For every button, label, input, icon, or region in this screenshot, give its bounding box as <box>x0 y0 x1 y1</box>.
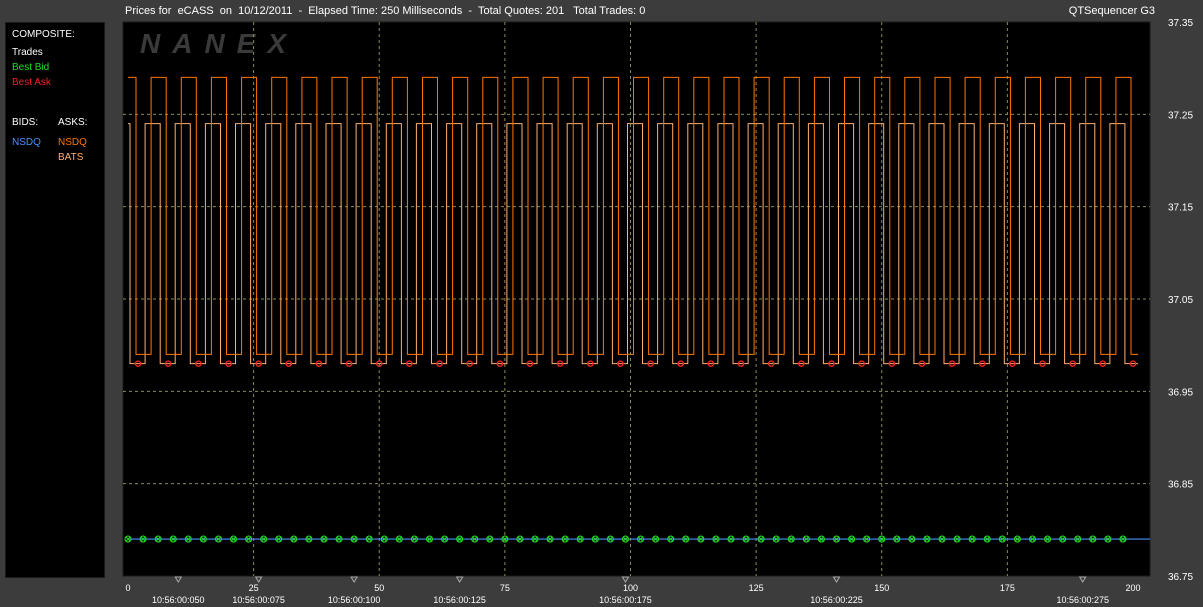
y-tick-label: 36.95 <box>1168 387 1193 398</box>
y-tick-label: 37.25 <box>1168 110 1193 121</box>
x-tick-label: 100 <box>623 583 638 593</box>
x-tick-label: 75 <box>500 583 510 593</box>
x-tick-label: 125 <box>749 583 764 593</box>
time-tick-marker <box>1078 576 1087 583</box>
watermark: NANEX <box>140 28 298 59</box>
price-chart: NANEX 36.75 36.85 36.95 37.05 37.15 37.25 37.35… <box>122 18 1193 605</box>
time-tick-label: 10:56:00:125 <box>433 595 486 605</box>
time-tick-marker <box>350 576 359 583</box>
time-tick-label: 10:56:00:175 <box>599 595 652 605</box>
time-tick-label: 10:56:00:075 <box>232 595 285 605</box>
time-tick-marker <box>621 576 630 583</box>
time-tick-marker <box>254 576 263 583</box>
x-tick-label: 175 <box>1000 583 1015 593</box>
y-tick-label: 37.35 <box>1168 18 1193 29</box>
x-tick-label: 25 <box>249 583 259 593</box>
x-tick-label: 50 <box>374 583 384 593</box>
time-tick-marker <box>832 576 841 583</box>
y-tick-label: 37.15 <box>1168 203 1193 214</box>
time-tick-label: 10:56:00:100 <box>328 595 381 605</box>
time-tick-label: 10:56:00:050 <box>152 595 205 605</box>
time-tick-label: 10:56:00:225 <box>810 595 863 605</box>
y-tick-label: 36.75 <box>1168 572 1193 583</box>
time-tick-marker <box>455 576 464 583</box>
x-tick-label: 200 <box>1125 583 1140 593</box>
y-tick-label: 37.05 <box>1168 295 1193 306</box>
x-tick-label: 0 <box>125 583 130 593</box>
time-tick-marker <box>174 576 183 583</box>
y-tick-label: 36.85 <box>1168 480 1193 491</box>
x-tick-label: 150 <box>874 583 889 593</box>
time-tick-label: 10:56:00:275 <box>1056 595 1109 605</box>
